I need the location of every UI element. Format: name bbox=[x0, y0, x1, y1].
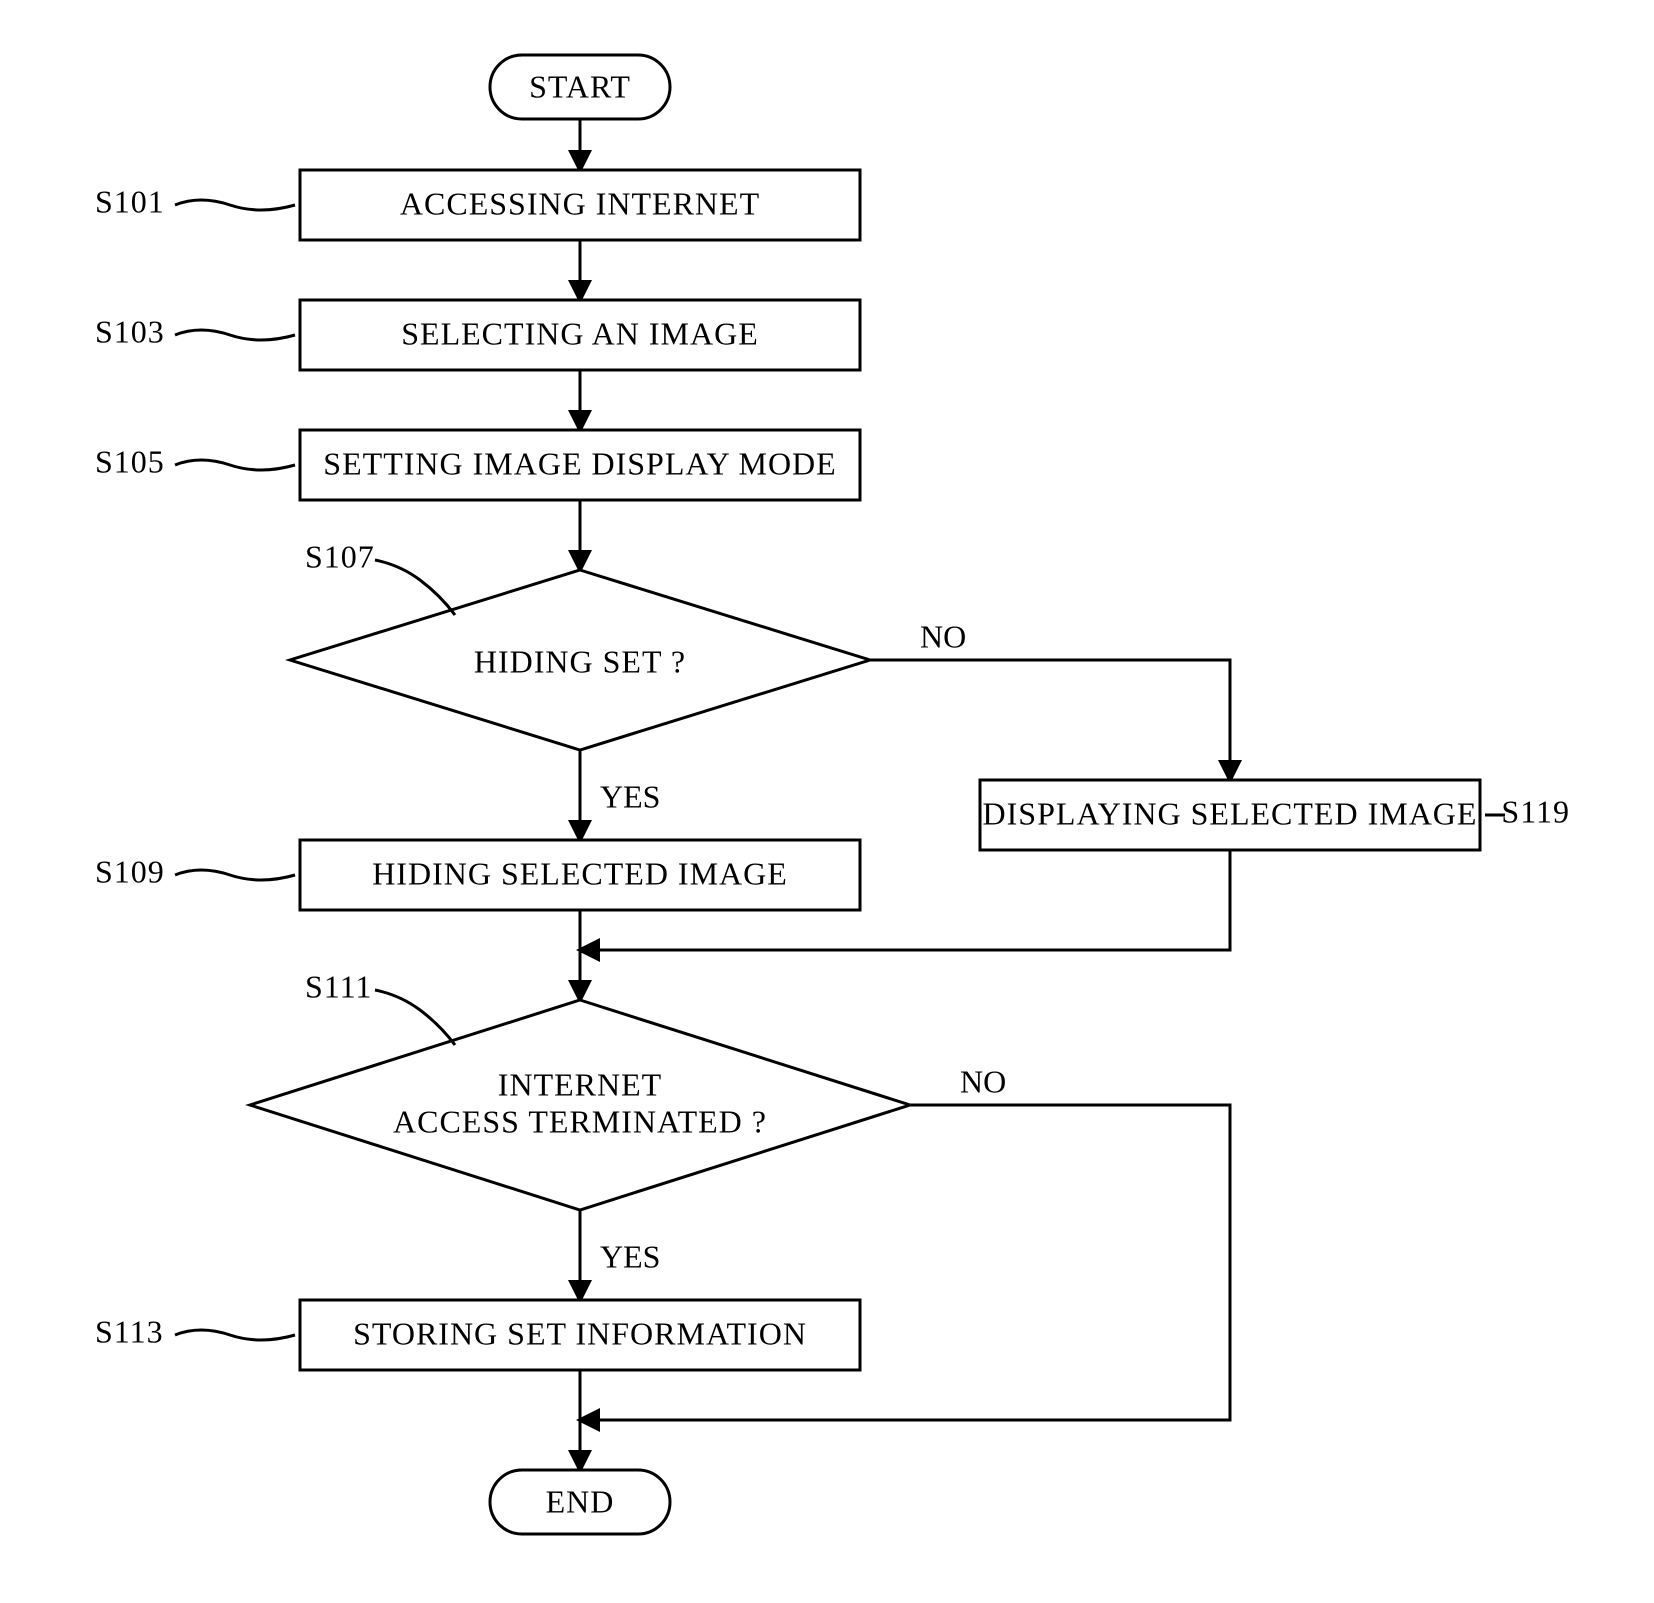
process-s119: DISPLAYING SELECTED IMAGE bbox=[980, 780, 1480, 850]
yes-label-s111: YES bbox=[600, 1238, 660, 1274]
end-node: END bbox=[490, 1470, 670, 1534]
s119-text: DISPLAYING SELECTED IMAGE bbox=[983, 795, 1478, 831]
s113-text: STORING SET INFORMATION bbox=[353, 1315, 807, 1351]
start-label: START bbox=[529, 68, 631, 104]
ref-leader-s105 bbox=[175, 460, 295, 470]
ref-s105: S105 bbox=[95, 443, 165, 479]
s111-text-a: INTERNET bbox=[498, 1066, 662, 1102]
process-s113: STORING SET INFORMATION bbox=[300, 1300, 860, 1370]
s103-text: SELECTING AN IMAGE bbox=[401, 315, 759, 351]
ref-leader-s109 bbox=[175, 870, 295, 880]
process-s101: ACCESSING INTERNET bbox=[300, 170, 860, 240]
ref-s111: S111 bbox=[305, 968, 372, 1004]
no-label-s107: NO bbox=[920, 618, 966, 654]
end-label: END bbox=[546, 1483, 615, 1519]
s107-text: HIDING SET ? bbox=[474, 643, 686, 679]
ref-leader-s101 bbox=[175, 200, 295, 210]
ref-s101: S101 bbox=[95, 183, 165, 219]
s105-text: SETTING IMAGE DISPLAY MODE bbox=[323, 445, 836, 481]
yes-label-s107: YES bbox=[600, 778, 660, 814]
s111-text-b: ACCESS TERMINATED ? bbox=[393, 1103, 767, 1139]
edge-s107-no bbox=[870, 660, 1230, 780]
flowchart-diagram: START ACCESSING INTERNET S101 SELECTING … bbox=[0, 0, 1654, 1603]
ref-s119: S119 bbox=[1501, 793, 1570, 829]
s101-text: ACCESSING INTERNET bbox=[400, 185, 760, 221]
ref-s107: S107 bbox=[305, 538, 375, 574]
process-s105: SETTING IMAGE DISPLAY MODE bbox=[300, 430, 860, 500]
ref-leader-s111 bbox=[375, 990, 455, 1045]
s109-text: HIDING SELECTED IMAGE bbox=[372, 855, 788, 891]
ref-leader-s103 bbox=[175, 330, 295, 340]
process-s109: HIDING SELECTED IMAGE bbox=[300, 840, 860, 910]
process-s103: SELECTING AN IMAGE bbox=[300, 300, 860, 370]
decision-s107: HIDING SET ? bbox=[290, 570, 870, 750]
ref-s113: S113 bbox=[95, 1313, 164, 1349]
decision-s111: INTERNET ACCESS TERMINATED ? bbox=[250, 1000, 910, 1210]
ref-s103: S103 bbox=[95, 313, 165, 349]
ref-s109: S109 bbox=[95, 853, 165, 889]
ref-leader-s107 bbox=[375, 560, 455, 615]
start-node: START bbox=[490, 55, 670, 119]
no-label-s111: NO bbox=[960, 1063, 1006, 1099]
ref-leader-s113 bbox=[175, 1330, 295, 1340]
